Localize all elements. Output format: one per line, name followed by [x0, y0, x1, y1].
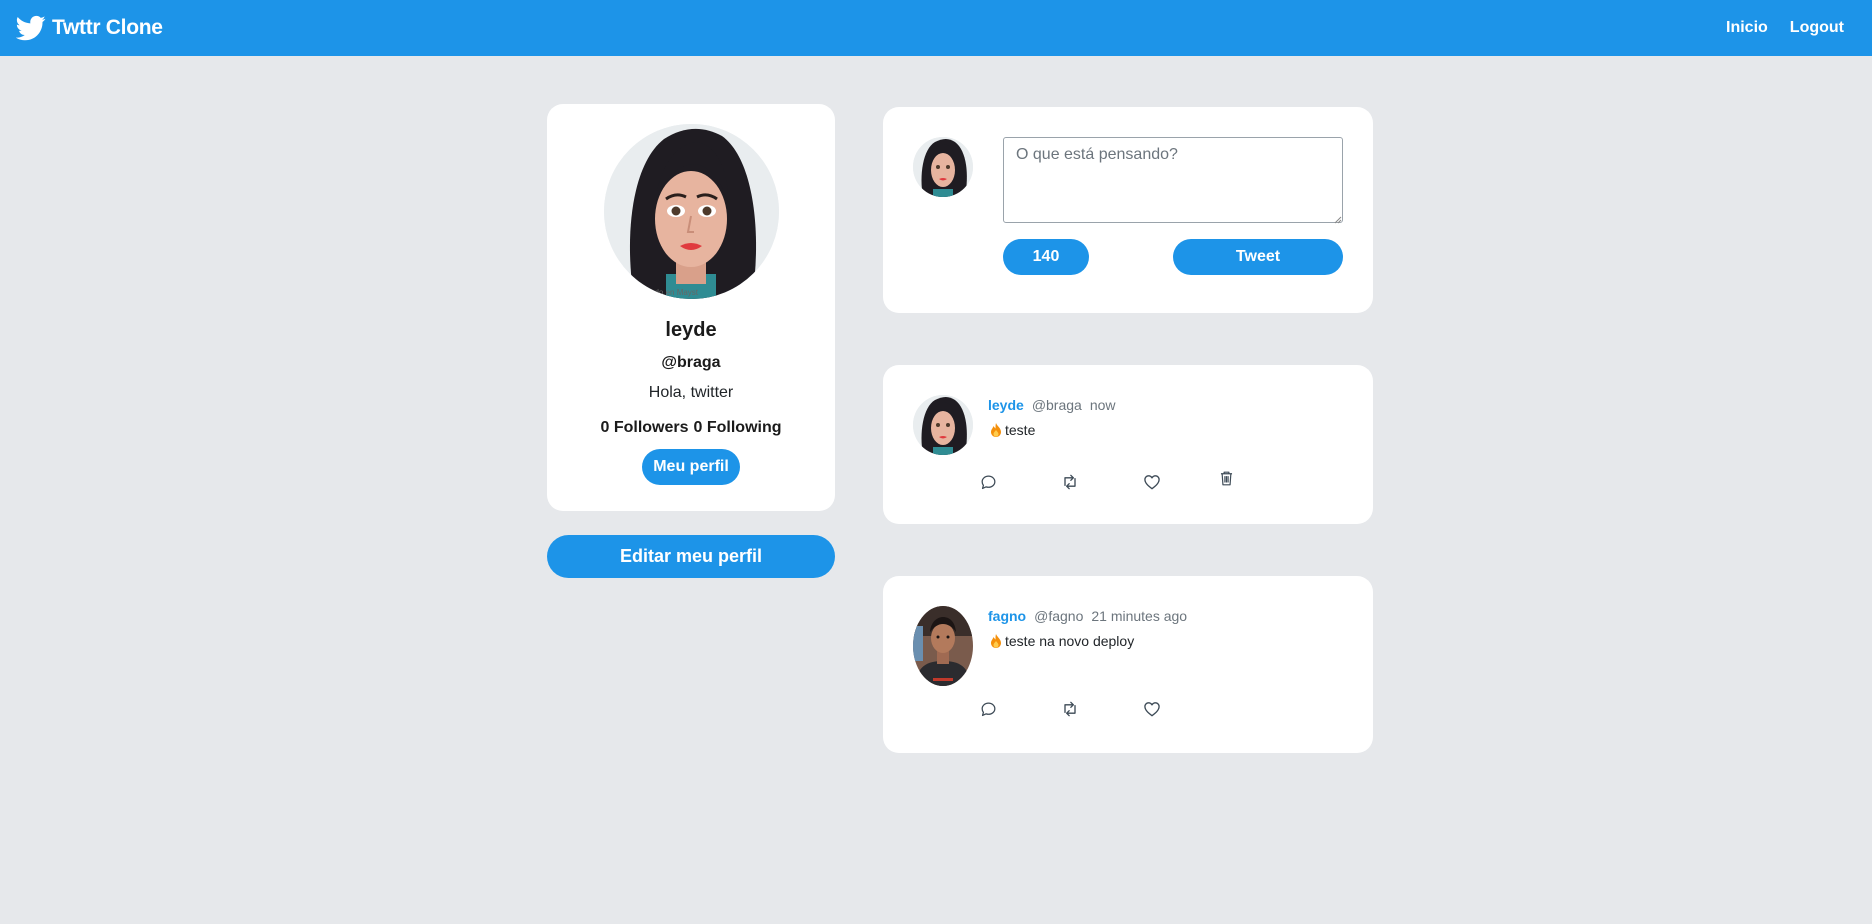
retweet-icon[interactable] [1059, 471, 1081, 493]
follow-stats: 0 Followers 0 Following [600, 419, 781, 437]
compose-avatar [913, 137, 973, 197]
tweet-author[interactable]: fagno [988, 608, 1026, 624]
avatar-watermark: ado en Mayst [650, 288, 699, 297]
resize-grip-icon[interactable] [1332, 211, 1342, 224]
heart-icon[interactable] [1141, 698, 1163, 720]
tweet-text: teste [1005, 422, 1036, 438]
tweet-time: now [1089, 397, 1116, 413]
tweet-avatar[interactable] [913, 606, 973, 686]
tweet-meta: leyde @braga now [988, 397, 1116, 413]
tweet-avatar[interactable] [913, 395, 973, 455]
followers-count[interactable]: 0 Followers [600, 419, 688, 437]
tweet-body: teste [990, 422, 1035, 438]
trash-icon[interactable] [1215, 467, 1237, 489]
retweet-icon[interactable] [1059, 698, 1081, 720]
comment-icon[interactable] [977, 471, 999, 493]
nav-links: Inicio Logout [1726, 19, 1856, 37]
following-count[interactable]: 0 Following [694, 419, 782, 437]
twitter-bird-icon [16, 13, 46, 43]
brand-title: Twttr Clone [52, 16, 163, 39]
brand-link[interactable]: Twttr Clone [16, 13, 163, 43]
my-profile-button[interactable]: Meu perfil [642, 449, 740, 485]
nav-link-logout[interactable]: Logout [1790, 19, 1844, 37]
compose-textarea[interactable] [1003, 137, 1343, 223]
fire-icon [990, 423, 1002, 437]
heart-icon[interactable] [1141, 471, 1163, 493]
tweet-body: teste na novo deploy [990, 633, 1134, 649]
tweet-handle: @braga [1031, 397, 1082, 413]
tweet-button[interactable]: Tweet [1173, 239, 1343, 275]
char-count-button[interactable]: 140 [1003, 239, 1089, 275]
tweet-meta: fagno @fagno 21 minutes ago [988, 608, 1187, 624]
tweet-author[interactable]: leyde [988, 397, 1024, 413]
comment-icon[interactable] [977, 698, 999, 720]
tweet-text: teste na novo deploy [1005, 633, 1135, 649]
profile-handle: @braga [661, 354, 721, 371]
tweet-time: 21 minutes ago [1091, 608, 1188, 624]
profile-bio: Hola, twitter [648, 384, 734, 401]
tweet-card: leyde @braga now teste [883, 365, 1373, 524]
tweet-handle: @fagno [1034, 608, 1084, 624]
navbar: Twttr Clone Inicio Logout [0, 0, 1872, 56]
compose-card: 140 Tweet [883, 107, 1373, 313]
tweet-card: fagno @fagno 21 minutes ago teste na nov… [883, 576, 1373, 753]
nav-link-inicio[interactable]: Inicio [1726, 19, 1768, 37]
profile-avatar: ado en Mayst [603, 124, 779, 299]
profile-card: ado en Mayst leyde @braga Hola, twitter … [547, 104, 835, 511]
profile-name: leyde [665, 319, 717, 341]
edit-profile-button[interactable]: Editar meu perfil [547, 535, 835, 578]
fire-icon [990, 634, 1002, 648]
